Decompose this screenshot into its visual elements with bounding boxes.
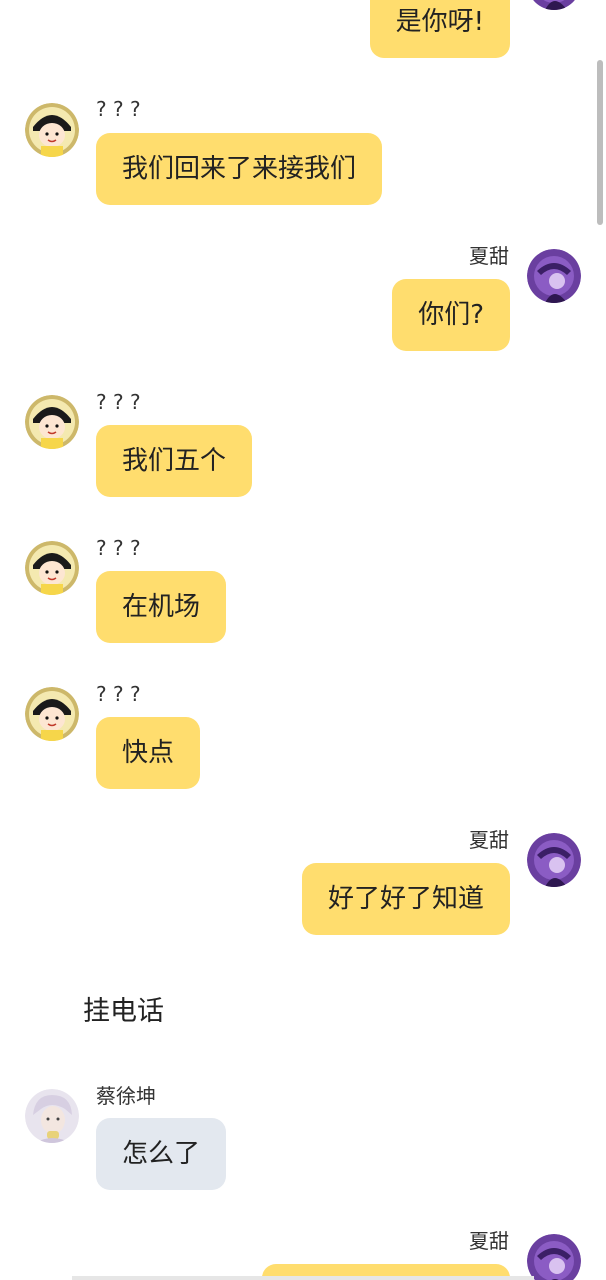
narration-text: 挂电话 <box>83 996 164 1027</box>
message-bubble[interactable]: 怎么了 <box>96 1118 227 1190</box>
sender-name: 蔡徐坤 <box>96 1084 156 1108</box>
sender-name: 夏甜 <box>469 828 509 852</box>
message-bubble[interactable]: 是你呀! <box>369 0 510 58</box>
sender-name: ? ? ? <box>96 536 141 560</box>
purple-avatar-icon[interactable] <box>527 249 581 303</box>
chat-screen: 是你呀! ? ? ? 我们回来了来接我们 夏甜 你们? ? ? ? 我们五个 ?… <box>0 0 606 1280</box>
purple-avatar-icon[interactable] <box>527 833 581 887</box>
scrollbar[interactable] <box>597 60 603 225</box>
purple-avatar-icon[interactable] <box>527 0 581 10</box>
maruko-avatar-icon[interactable] <box>25 103 79 157</box>
maruko-avatar-icon[interactable] <box>25 687 79 741</box>
maruko-avatar-icon[interactable] <box>25 395 79 449</box>
message-bubble[interactable]: 好了好了知道 <box>301 863 510 935</box>
sender-name: ? ? ? <box>96 390 141 414</box>
message-bubble[interactable]: 在机场 <box>96 571 227 643</box>
sender-name: ? ? ? <box>96 682 141 706</box>
purple-avatar-icon[interactable] <box>527 1234 581 1280</box>
bottom-divider <box>72 1276 534 1280</box>
sender-name: ? ? ? <box>96 97 141 121</box>
silver-hair-avatar-icon[interactable] <box>25 1089 79 1143</box>
message-bubble[interactable]: 我们五个 <box>96 425 253 497</box>
sender-name: 夏甜 <box>469 1229 509 1253</box>
maruko-avatar-icon[interactable] <box>25 541 79 595</box>
message-bubble[interactable]: 你们? <box>392 279 510 351</box>
message-bubble[interactable]: 快点 <box>96 717 201 789</box>
message-bubble[interactable]: 我们回来了来接我们 <box>96 133 383 205</box>
sender-name: 夏甜 <box>469 244 509 268</box>
